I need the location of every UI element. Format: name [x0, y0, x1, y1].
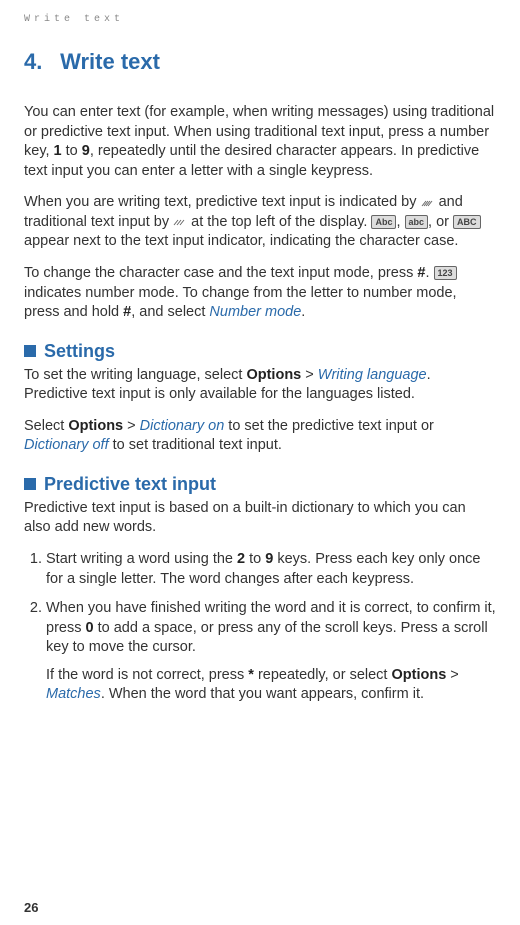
chapter-number: 4.: [24, 49, 54, 75]
case-ABC-icon: ABC: [453, 215, 481, 229]
options-softkey: Options: [68, 418, 123, 434]
settings-paragraph-1: To set the writing language, select Opti…: [24, 366, 496, 405]
case-abc-icon: abc: [405, 215, 429, 229]
predictive-lead: Predictive text input is based on a buil…: [24, 499, 496, 538]
intro-paragraph-3: To change the character case and the tex…: [24, 264, 496, 323]
intro-paragraph-1: You can enter text (for example, when wr…: [24, 103, 496, 181]
section-bullet-icon: [24, 478, 36, 490]
predictive-lines-icon: [421, 197, 435, 208]
predictive-steps: Start writing a word using the 2 to 9 ke…: [24, 550, 496, 705]
step-2-sub: If the word is not correct, press * repe…: [46, 666, 496, 705]
options-softkey: Options: [246, 367, 301, 383]
options-softkey: Options: [392, 667, 447, 683]
dictionary-on-option: Dictionary on: [140, 418, 225, 434]
intro-paragraph-2: When you are writing text, predictive te…: [24, 193, 496, 252]
settings-heading: Settings: [24, 341, 496, 362]
settings-paragraph-2: Select Options > Dictionary on to set th…: [24, 417, 496, 456]
number-mode-icon: 123: [434, 266, 457, 280]
traditional-lines-icon: [173, 216, 187, 227]
running-header: Write text: [24, 14, 496, 25]
step-1: Start writing a word using the 2 to 9 ke…: [46, 550, 496, 589]
page-number: 26: [24, 900, 38, 915]
predictive-heading: Predictive text input: [24, 474, 496, 495]
dictionary-off-option: Dictionary off: [24, 437, 109, 453]
number-mode-option: Number mode: [209, 304, 301, 320]
case-Abc-icon: Abc: [371, 215, 396, 229]
writing-language-option: Writing language: [318, 367, 427, 383]
step-2: When you have finished writing the word …: [46, 599, 496, 705]
chapter-title: 4. Write text: [24, 49, 496, 75]
section-bullet-icon: [24, 345, 36, 357]
chapter-name: Write text: [60, 49, 160, 74]
matches-option: Matches: [46, 686, 101, 702]
